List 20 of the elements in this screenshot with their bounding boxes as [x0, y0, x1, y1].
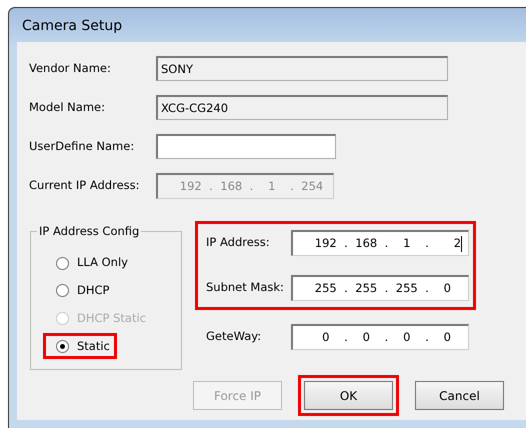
field-label: UserDefine Name: — [29, 138, 136, 155]
window-title: Camera Setup — [22, 18, 122, 34]
text-field[interactable]: XCG-CG240 — [156, 95, 448, 120]
field-label: Vendor Name: — [29, 60, 112, 77]
field-label: GeteWay: — [206, 328, 262, 346]
ip-address-field[interactable]: 255 . 255 . 255 . 0 — [291, 275, 469, 301]
radio-option[interactable]: DHCP — [46, 280, 114, 301]
field-label: Subnet Mask: — [206, 279, 285, 296]
field-label: Model Name: — [29, 98, 106, 116]
ip-address-field[interactable]: 192 . 168 . 1 . 2 — [291, 230, 469, 256]
field-label: Current IP Address: — [29, 177, 141, 194]
text-field[interactable]: SONY — [156, 56, 448, 81]
field-label: IP Address: — [206, 234, 271, 252]
radio-option[interactable]: LLA Only — [46, 253, 132, 273]
dialog-button[interactable]: OK — [304, 381, 393, 410]
ip-address-field[interactable]: 0 . 0 . 0 . 0 — [291, 324, 469, 350]
text-field[interactable] — [156, 134, 336, 159]
dialog-button[interactable]: Cancel — [415, 381, 504, 410]
group-title: IP Address Config — [37, 223, 142, 240]
radio-option[interactable]: Static — [46, 336, 114, 356]
